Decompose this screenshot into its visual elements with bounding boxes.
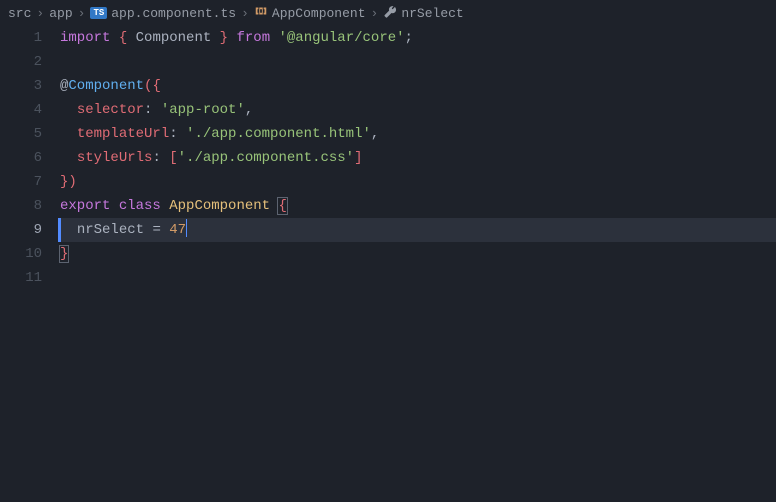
line-number: 10	[0, 242, 42, 266]
line-number: 3	[0, 74, 42, 98]
code-line[interactable]: nrSelect = 47	[60, 218, 776, 242]
code-line[interactable]: export class AppComponent {	[60, 194, 776, 218]
code-line[interactable]: selector: 'app-root',	[60, 98, 776, 122]
code-line[interactable]	[60, 50, 776, 74]
wrench-icon	[383, 4, 397, 22]
breadcrumb-label: app	[49, 6, 72, 21]
code-line[interactable]: }	[60, 242, 776, 266]
line-number: 7	[0, 170, 42, 194]
code-line[interactable]: templateUrl: './app.component.html',	[60, 122, 776, 146]
code-editor[interactable]: 1 2 3 4 5 6 7 8 9 10 11 import { Compone…	[0, 26, 776, 290]
breadcrumb-label: src	[8, 6, 31, 21]
line-number-gutter: 1 2 3 4 5 6 7 8 9 10 11	[0, 26, 60, 290]
breadcrumb: src › app › TS app.component.ts › AppCom…	[0, 0, 776, 26]
line-number: 1	[0, 26, 42, 50]
line-number: 2	[0, 50, 42, 74]
code-line[interactable]: import { Component } from '@angular/core…	[60, 26, 776, 50]
line-number: 5	[0, 122, 42, 146]
code-content[interactable]: import { Component } from '@angular/core…	[60, 26, 776, 290]
line-number: 4	[0, 98, 42, 122]
code-line[interactable]	[60, 266, 776, 290]
chevron-right-icon: ›	[36, 6, 44, 21]
code-line[interactable]: })	[60, 170, 776, 194]
active-line-indicator	[58, 218, 61, 242]
breadcrumb-item-src[interactable]: src	[8, 6, 31, 21]
breadcrumb-item-app[interactable]: app	[49, 6, 72, 21]
typescript-icon: TS	[90, 7, 107, 19]
line-number: 9	[0, 218, 42, 242]
line-number: 8	[0, 194, 42, 218]
code-line[interactable]: @Component({	[60, 74, 776, 98]
line-number: 11	[0, 266, 42, 290]
code-line[interactable]: styleUrls: ['./app.component.css']	[60, 146, 776, 170]
chevron-right-icon: ›	[241, 6, 249, 21]
breadcrumb-item-class[interactable]: AppComponent	[254, 4, 366, 22]
breadcrumb-label: app.component.ts	[111, 6, 236, 21]
chevron-right-icon: ›	[78, 6, 86, 21]
breadcrumb-label: AppComponent	[272, 6, 366, 21]
breadcrumb-label: nrSelect	[401, 6, 463, 21]
chevron-right-icon: ›	[371, 6, 379, 21]
text-cursor	[186, 219, 187, 237]
breadcrumb-item-property[interactable]: nrSelect	[383, 4, 463, 22]
line-number: 6	[0, 146, 42, 170]
symbol-class-icon	[254, 4, 268, 22]
breadcrumb-item-file[interactable]: TS app.component.ts	[90, 6, 236, 21]
